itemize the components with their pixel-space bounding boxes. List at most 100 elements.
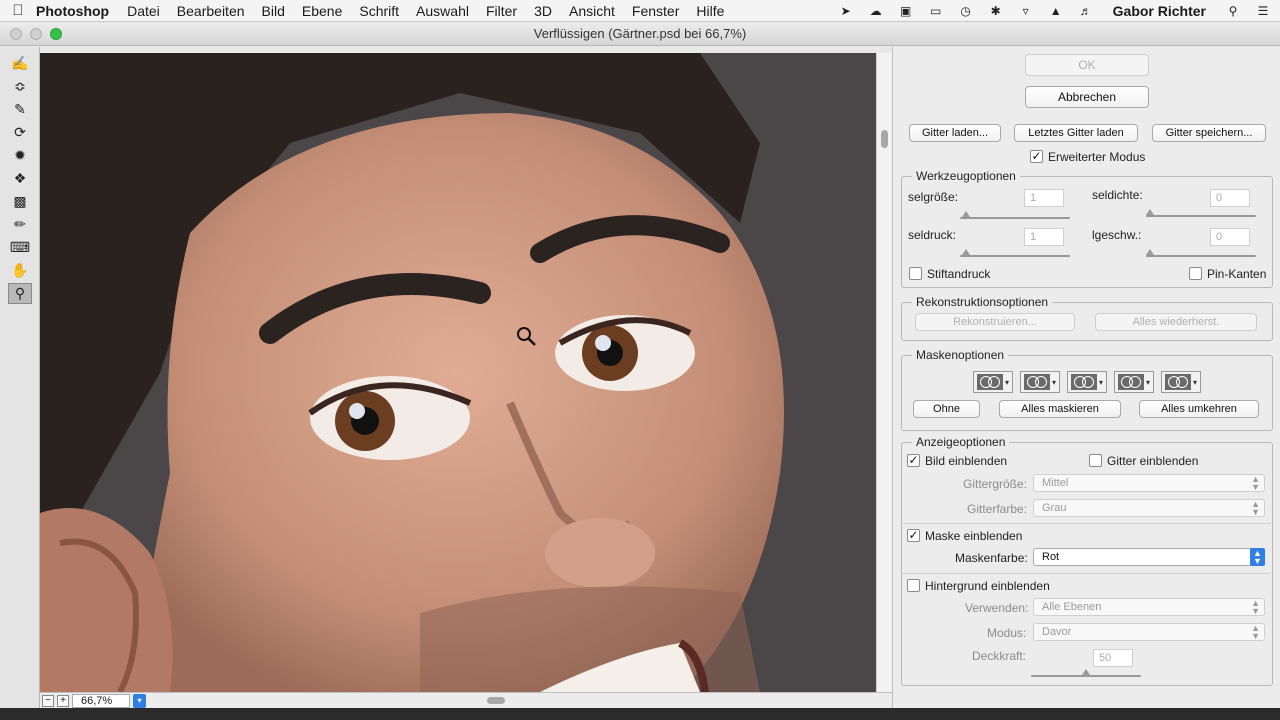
push-left-icon[interactable]: ▩ [8,191,32,212]
menu-hilfe[interactable]: Hilfe [696,3,724,19]
thaw-mask-icon[interactable]: ⌨ [8,237,32,258]
brush-density-slider[interactable] [1146,215,1256,217]
bloat-icon[interactable]: ❖ [8,168,32,189]
brush-size-slider[interactable] [960,217,1070,219]
airplay-icon[interactable]: ▭ [927,4,945,18]
reconstruct-button[interactable]: Rekonstruieren... [915,313,1075,331]
mode-select[interactable]: Davor ▲ ▼ [1033,623,1265,641]
user-name[interactable]: Gabor Richter [1113,3,1206,19]
stepper-icon: ▲ ▼ [1251,598,1260,616]
invert-all-button[interactable]: Alles umkehren [1139,400,1259,418]
mask-all-button[interactable]: Alles maskieren [999,400,1121,418]
show-mesh-checkbox[interactable] [1089,454,1102,467]
volume-icon[interactable]: ♬ [1077,4,1095,18]
apple-icon[interactable]:  [0,2,36,19]
show-mask-checkbox[interactable]: ✓ [907,529,920,542]
opacity-field[interactable]: 50 [1093,649,1133,667]
ok-button[interactable]: OK [1025,54,1149,76]
display-icon[interactable]: ▣ [897,4,915,18]
zoom-icon[interactable]: ⚲ [8,283,32,304]
menu-bearbeiten[interactable]: Bearbeiten [177,3,245,19]
brush-rate-slider[interactable] [1146,255,1256,257]
minimize-window-button[interactable] [30,28,42,40]
liquify-tools: ✍ ≎ ✎ ⟳ ✹ ❖ ▩ ✏ ⌨ ✋ ⚲ [0,47,40,720]
stylus-pressure-checkbox[interactable] [909,267,922,280]
mode-value: Davor [1042,626,1072,638]
menu-bild[interactable]: Bild [262,3,285,19]
brush-rate-field[interactable]: 0 [1210,228,1250,246]
zoom-dropdown-icon[interactable]: ▾ [133,694,146,708]
save-mesh-button[interactable]: Gitter speichern... [1152,124,1266,142]
zoom-out-button[interactable]: − [42,695,54,707]
mask-subtract-button[interactable]: ▾ [1067,371,1107,393]
show-backdrop-checkbox[interactable] [907,579,920,592]
menu-schrift[interactable]: Schrift [359,3,399,19]
app-menu[interactable]: Photoshop [36,3,109,19]
mesh-size-select[interactable]: Mittel ▲ ▼ [1033,474,1265,492]
load-mesh-button[interactable]: Gitter laden... [909,124,1001,142]
show-image-checkbox[interactable]: ✓ [907,454,920,467]
vertical-scroll-thumb[interactable] [881,130,888,148]
mask-invert-button[interactable]: ▾ [1161,371,1201,393]
show-image-label: Bild einblenden [925,454,1008,468]
mask-intersect-button[interactable]: ▾ [1114,371,1154,393]
forward-warp-icon[interactable]: ✍ [8,53,32,74]
image-canvas[interactable] [40,53,876,692]
smooth-icon[interactable]: ✎ [8,99,32,120]
menu-ansicht[interactable]: Ansicht [569,3,615,19]
menu-auswahl[interactable]: Auswahl [416,3,469,19]
list-icon[interactable]: ☰ [1254,4,1272,18]
bluetooth-icon[interactable]: ✱ [987,4,1005,18]
brush-size-field[interactable]: 1 [1024,189,1064,207]
mesh-size-label: Gittergröße: [963,477,1028,491]
load-last-mesh-button[interactable]: Letztes Gitter laden [1014,124,1138,142]
cloud-icon[interactable]: ☁ [867,4,885,18]
zoom-value[interactable]: 66,7% [72,694,130,708]
reconstruct-icon[interactable]: ≎ [8,76,32,97]
brush-rate-label: lgeschw.: [1092,228,1142,242]
freeze-mask-icon[interactable]: ✏ [8,214,32,235]
window-title: Verflüssigen (Gärtner.psd bei 66,7%) [533,26,747,41]
mask-replace-button[interactable]: ▾ [973,371,1013,393]
menu-3d[interactable]: 3D [534,3,552,19]
twirl-icon[interactable]: ⟳ [8,122,32,143]
menu-fenster[interactable]: Fenster [632,3,679,19]
mask-color-select[interactable]: Rot ▲ ▼ [1033,548,1265,566]
brush-density-knob[interactable] [1146,209,1154,215]
mesh-color-select[interactable]: Grau ▲ ▼ [1033,499,1265,517]
opacity-knob[interactable] [1082,669,1090,675]
brush-pressure-slider[interactable] [960,255,1070,257]
zoom-in-button[interactable]: + [57,695,69,707]
mask-options-title: Maskenoptionen [912,348,1009,362]
forward-icon[interactable]: ➤ [837,4,855,18]
pin-edges-checkbox[interactable] [1189,267,1202,280]
time-machine-icon[interactable]: ◷ [957,4,975,18]
mask-subtract-icon [1071,374,1097,390]
brush-size-label: selgröße: [908,190,959,204]
brush-pressure-field[interactable]: 1 [1024,228,1064,246]
brush-density-field[interactable]: 0 [1210,189,1250,207]
use-select[interactable]: Alle Ebenen ▲ ▼ [1033,598,1265,616]
menu-filter[interactable]: Filter [486,3,517,19]
mask-none-button[interactable]: Ohne [913,400,980,418]
eject-icon[interactable]: ▲ [1047,4,1065,18]
pucker-icon[interactable]: ✹ [8,145,32,166]
zoom-window-button[interactable] [50,28,62,40]
horizontal-scroll-thumb[interactable] [487,697,505,704]
restore-all-button[interactable]: Alles wiederherst. [1095,313,1257,331]
vertical-scrollbar[interactable] [876,53,892,692]
advanced-mode-checkbox[interactable]: ✓ [1030,150,1043,163]
opacity-slider[interactable] [1031,675,1141,677]
cancel-button[interactable]: Abbrechen [1025,86,1149,108]
close-window-button[interactable] [10,28,22,40]
brush-size-knob[interactable] [962,211,970,217]
wifi-icon[interactable]: ▿ [1017,4,1035,18]
hand-icon[interactable]: ✋ [8,260,32,281]
mask-add-button[interactable]: ▾ [1020,371,1060,393]
brush-rate-knob[interactable] [1146,249,1154,255]
brush-pressure-knob[interactable] [962,249,970,255]
search-icon[interactable]: ⚲ [1224,4,1242,18]
menu-datei[interactable]: Datei [127,3,160,19]
menu-bar:  Photoshop Datei Bearbeiten Bild Ebene … [0,0,1280,22]
menu-ebene[interactable]: Ebene [302,3,342,19]
